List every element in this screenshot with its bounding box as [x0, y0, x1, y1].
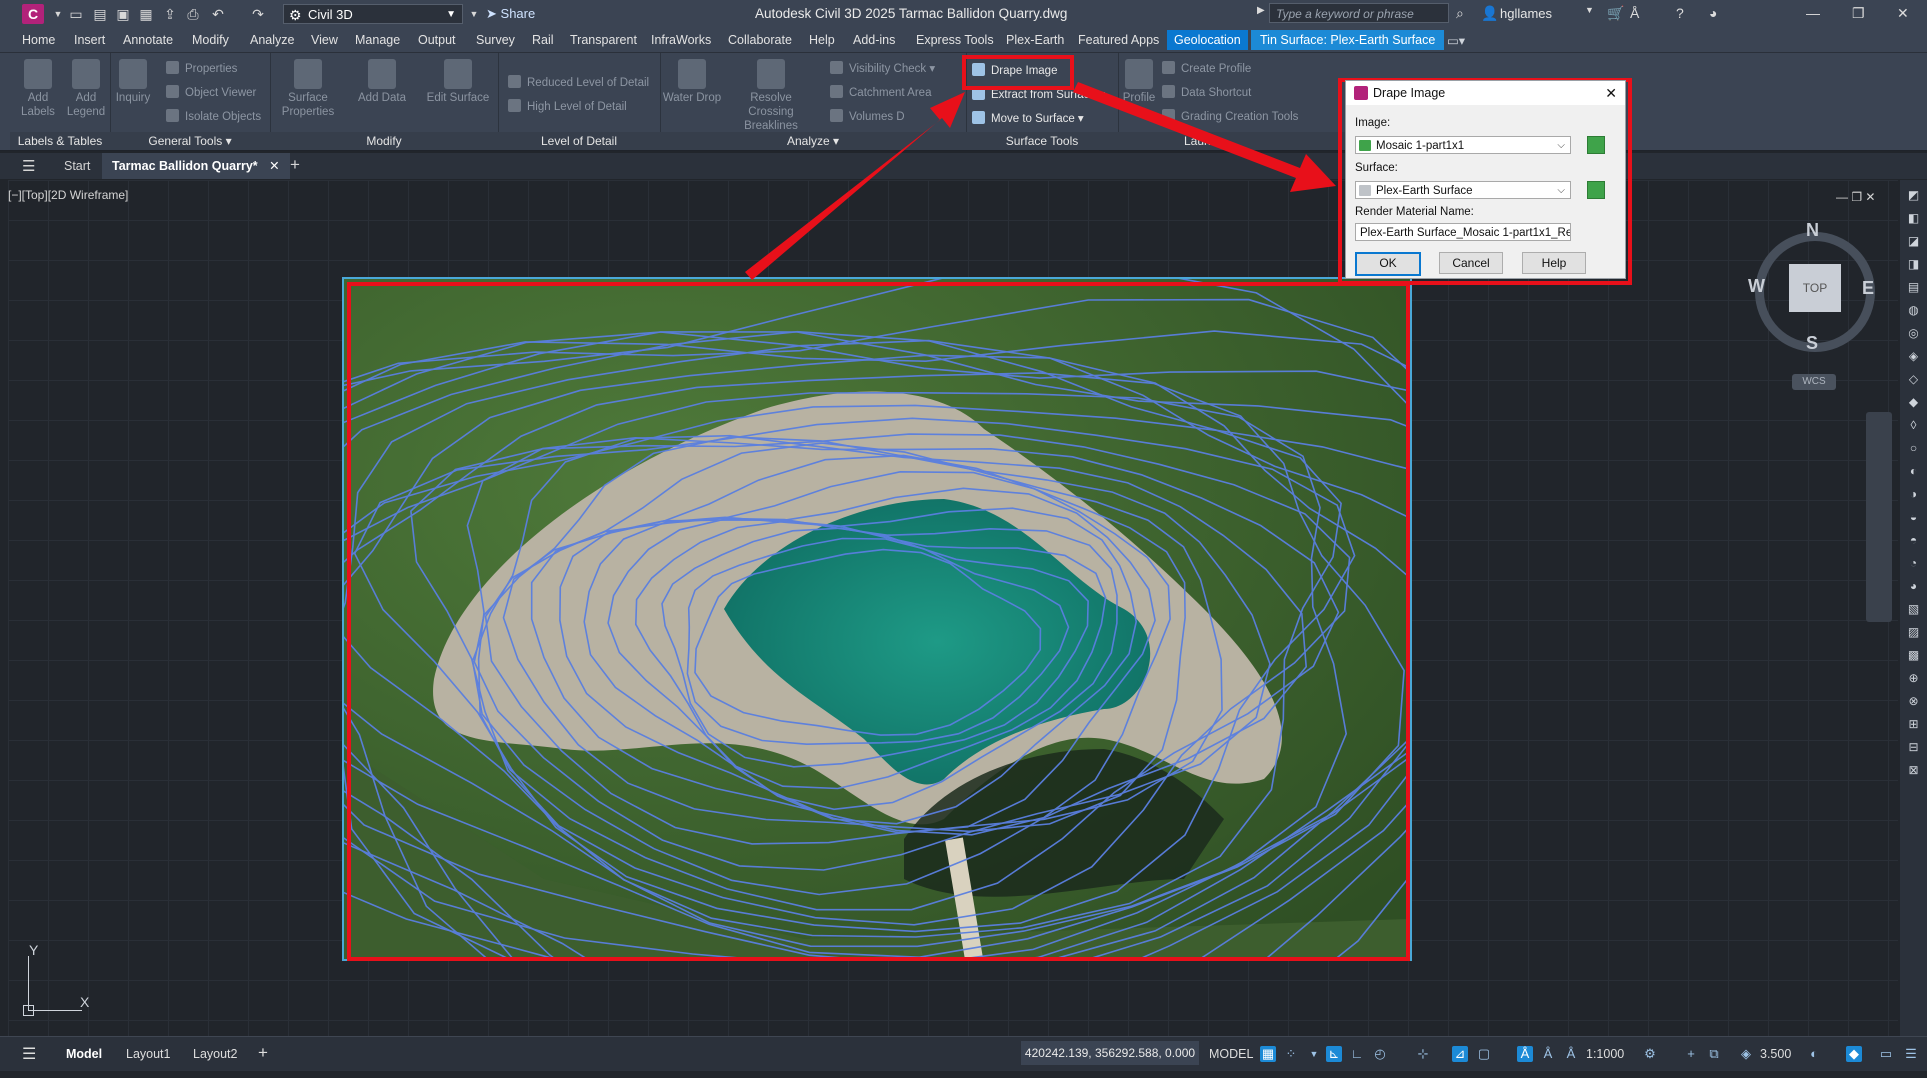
tool-icon[interactable]: ◑ [1907, 487, 1921, 501]
surface-icon [1359, 185, 1371, 196]
auto-scale-icon[interactable]: Å [1540, 1046, 1556, 1062]
annotation-scale-value[interactable]: 1:1000 [1586, 1047, 1624, 1061]
hamburger-menu-icon[interactable]: ☰ [22, 1044, 36, 1064]
new-layout-icon[interactable]: + [258, 1043, 268, 1063]
tool-icon[interactable]: ◈ [1907, 349, 1921, 363]
navigation-bar[interactable] [1866, 412, 1892, 622]
dialog-title-bar[interactable]: Drape Image ✕ [1346, 81, 1625, 105]
gear-icon[interactable]: ⚙ [1642, 1046, 1658, 1062]
civil3d-window: C ▼ ▭ ▤ ▣ ▦ ⇪ ⎙ ↶ ↷ ⚙ Civil 3D ▼ ▼ ➤ Sha… [0, 0, 1927, 1078]
coordinate-readout[interactable]: 420242.139, 356292.588, 0.000 [1021, 1041, 1199, 1065]
snap-icon[interactable]: ⁘ [1283, 1046, 1299, 1062]
tool-icon[interactable]: ◕ [1907, 579, 1921, 593]
tool-icon[interactable]: ▩ [1907, 648, 1921, 662]
ucs-origin-icon [23, 1005, 34, 1016]
layout2-tab[interactable]: Layout2 [193, 1047, 237, 1061]
chevron-down-icon: ⌵ [1557, 185, 1565, 196]
tool-icon[interactable]: ◩ [1907, 188, 1921, 202]
arrow-to-dialog [1073, 82, 1336, 192]
tool-icon[interactable]: ⊗ [1907, 694, 1921, 708]
image-select[interactable]: Mosaic 1-part1x1 ⌵ [1355, 136, 1571, 154]
clean-screen-icon[interactable]: ◆ [1846, 1046, 1862, 1062]
object-snap-tracking-icon[interactable]: ⊹ [1415, 1046, 1431, 1062]
surface-select[interactable]: Plex-Earth Surface ⌵ [1355, 181, 1571, 199]
dialog-title: Drape Image [1373, 86, 1446, 100]
wcs-menu[interactable]: WCS [1792, 374, 1836, 390]
chevron-down-icon: ⌵ [1557, 140, 1565, 151]
ucs-y-axis [28, 956, 29, 1010]
image-value: Mosaic 1-part1x1 [1376, 140, 1465, 152]
image-label: Image: [1355, 117, 1391, 129]
viewcube-top-face[interactable]: TOP [1789, 264, 1841, 312]
tool-icon[interactable]: ◆ [1907, 395, 1921, 409]
image-icon [1359, 140, 1371, 151]
globe-icon[interactable]: ◎ [1907, 326, 1921, 340]
tool-icon[interactable]: ▨ [1907, 625, 1921, 639]
customization-icon[interactable]: ☰ [1903, 1046, 1919, 1062]
right-tool-palette: ◩ ◧ ◪ ◨ ▤ ◍ ◎ ◈ ◇ ◆ ◊ ○ ◐ ◑ ◒ ◓ ◔ ◕ ▧ ▨ ▩ ⊕ ⊗ ⊞ ⊟ ⊠ [1900, 180, 1927, 1036]
arrow-to-button [745, 92, 965, 280]
grid-icon[interactable]: ▦ [1260, 1046, 1276, 1062]
compass-south[interactable]: S [1806, 333, 1818, 354]
tool-icon[interactable]: ◐ [1907, 464, 1921, 478]
ucs-y-label: Y [29, 942, 39, 958]
model-tab[interactable]: Model [66, 1047, 102, 1061]
layout1-tab[interactable]: Layout1 [126, 1047, 170, 1061]
globe-icon[interactable]: ◍ [1907, 303, 1921, 317]
surface-value: Plex-Earth Surface [1376, 185, 1473, 197]
status-bar: ☰ Model Layout1 Layout2 + 420242.139, 35… [0, 1036, 1927, 1071]
surface-label: Surface: [1355, 162, 1398, 174]
render-material-label: Render Material Name: [1355, 206, 1474, 218]
isodraft-icon[interactable]: ◴ [1372, 1046, 1388, 1062]
lineweight-value[interactable]: 3.500 [1760, 1047, 1791, 1061]
render-material-input[interactable]: Plex-Earth Surface_Mosaic 1-part1x1_Rend… [1355, 223, 1571, 241]
chevron-down-icon[interactable]: ▼ [1306, 1046, 1322, 1062]
polar-icon[interactable]: ∟ [1349, 1046, 1365, 1062]
tool-icon[interactable]: ◨ [1907, 257, 1921, 271]
annotation-arrows [745, 82, 1336, 280]
ok-button[interactable]: OK [1355, 252, 1421, 276]
isolate-objects-icon[interactable]: ⧉ [1706, 1046, 1722, 1062]
ucs-x-axis [28, 1010, 82, 1011]
tool-icon[interactable]: ⊟ [1907, 740, 1921, 754]
tool-icon[interactable]: ◊ [1907, 418, 1921, 432]
tool-icon[interactable]: ⊞ [1907, 717, 1921, 731]
tool-icon[interactable]: ⊕ [1907, 671, 1921, 685]
ucs-x-label: X [80, 994, 90, 1010]
compass-west[interactable]: W [1748, 276, 1765, 297]
drape-image-dialog: Drape Image ✕ Image: Mosaic 1-part1x1 ⌵ … [1345, 80, 1626, 279]
tool-icon[interactable]: ◒ [1907, 510, 1921, 524]
tool-icon[interactable]: ○ [1907, 441, 1921, 455]
layer-icon[interactable]: ◈ [1738, 1046, 1754, 1062]
annotation-visibility-icon[interactable]: Å [1517, 1046, 1533, 1062]
cancel-button[interactable]: Cancel [1439, 252, 1503, 274]
tool-icon[interactable]: ◧ [1907, 211, 1921, 225]
pick-image-button[interactable] [1587, 136, 1605, 154]
tool-icon[interactable]: ◓ [1907, 533, 1921, 547]
tool-icon[interactable]: ▧ [1907, 602, 1921, 616]
close-icon[interactable]: ✕ [1605, 81, 1617, 105]
hardware-acceleration-icon[interactable]: ◐ [1806, 1046, 1822, 1062]
tool-icon[interactable]: ▤ [1907, 280, 1921, 294]
plus-icon[interactable]: + [1683, 1046, 1699, 1062]
compass-north[interactable]: N [1806, 220, 1819, 241]
pick-surface-button[interactable] [1587, 181, 1605, 199]
tool-icon[interactable]: ◔ [1907, 556, 1921, 570]
tool-icon[interactable]: ◪ [1907, 234, 1921, 248]
help-button[interactable]: Help [1522, 252, 1586, 274]
ortho-icon[interactable]: ⊾ [1326, 1046, 1342, 1062]
civil3d-app-icon [1354, 86, 1368, 100]
osnap-icon[interactable]: ⊿ [1452, 1046, 1468, 1062]
fullscreen-icon[interactable]: ▭ [1878, 1046, 1894, 1062]
compass-east[interactable]: E [1862, 278, 1874, 299]
tool-icon[interactable]: ⊠ [1907, 763, 1921, 777]
model-space-toggle[interactable]: MODEL [1209, 1047, 1253, 1061]
annotation-scale-icon[interactable]: Å [1563, 1046, 1579, 1062]
viewport-window-controls[interactable]: — ❐ ✕ [1836, 190, 1875, 204]
lineweight-display-icon[interactable]: ▢ [1476, 1046, 1492, 1062]
tool-icon[interactable]: ◇ [1907, 372, 1921, 386]
